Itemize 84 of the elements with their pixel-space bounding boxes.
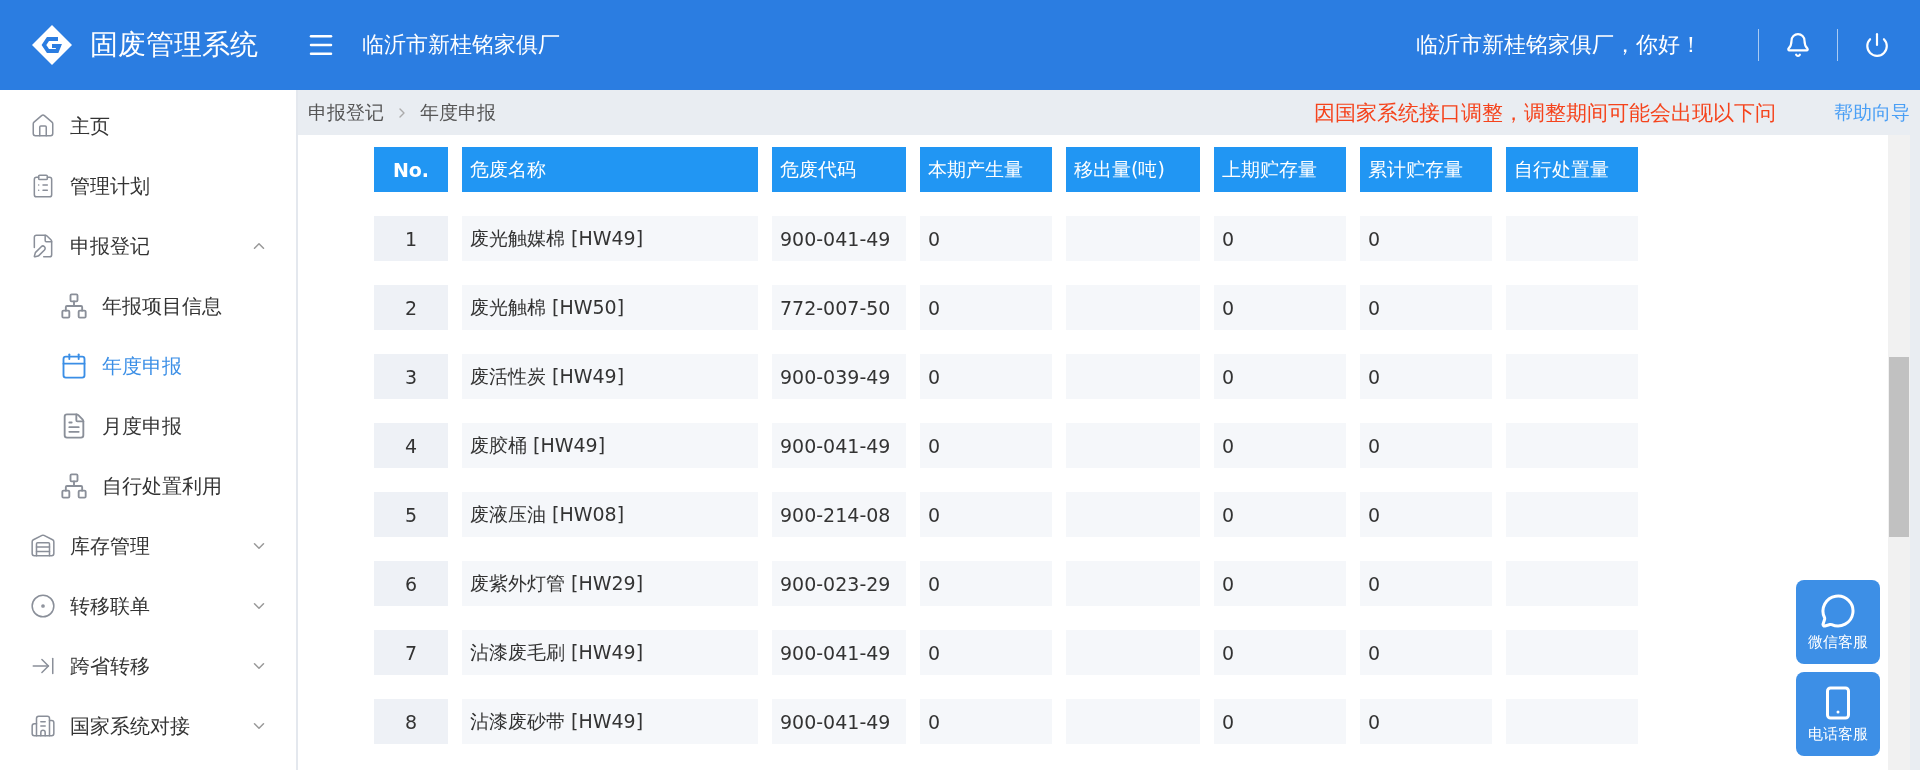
sidebar-subitem[interactable]: 自行处置利用	[0, 456, 296, 516]
sidebar-subitem[interactable]: 年报项目信息	[0, 276, 296, 336]
notice-text: 因国家系统接口调整，调整期间可能会出现以下问	[1314, 99, 1776, 127]
table-cell: 0	[920, 354, 1052, 399]
table-cell: 0	[920, 561, 1052, 606]
chat-bubble-icon	[1820, 592, 1856, 629]
column-header: 危废代码	[772, 147, 906, 192]
table-cell: 0	[1360, 561, 1492, 606]
table-cell: 0	[1360, 216, 1492, 261]
table-cell: 0	[920, 492, 1052, 537]
greeting-text: 临沂市新桂铭家俱厂，你好！	[1416, 31, 1702, 59]
column-header: 危废名称	[462, 147, 758, 192]
sidebar-subitem[interactable]: 月度申报	[0, 396, 296, 456]
table-cell: 900-041-49	[772, 699, 906, 744]
table-cell: 7	[374, 630, 448, 675]
table-cell: 900-023-29	[772, 561, 906, 606]
table-cell: 8	[374, 699, 448, 744]
breadcrumb-item[interactable]: 申报登记	[308, 99, 384, 126]
column-header: 累计贮存量	[1360, 147, 1492, 192]
menu-item-icon	[30, 593, 56, 619]
table-cell: 900-214-08	[772, 492, 906, 537]
table-cell: 0	[920, 216, 1052, 261]
sidebar-item[interactable]: 转移联单	[0, 576, 296, 636]
column-header: 上期贮存量	[1214, 147, 1346, 192]
table-cell: 0	[1360, 492, 1492, 537]
sidebar-item[interactable]: 国家系统对接	[0, 696, 296, 756]
table-cell: 4	[374, 423, 448, 468]
column-header: No.	[374, 147, 448, 192]
table-cell: 0	[1360, 354, 1492, 399]
table-cell: 0	[920, 699, 1052, 744]
menu-item-icon	[30, 533, 56, 559]
power-icon[interactable]	[1864, 32, 1890, 58]
table-cell: 0	[1360, 423, 1492, 468]
menu-item-icon	[60, 472, 88, 500]
table-cell: 772-007-50	[772, 285, 906, 330]
menu-item-icon	[30, 713, 56, 739]
table-cell: 0	[1214, 492, 1346, 537]
table-cell: 废光触媒棉 [HW49]	[462, 216, 758, 261]
table-cell: 0	[1214, 423, 1346, 468]
table-cell: 废光触棉 [HW50]	[462, 285, 758, 330]
table-cell: 0	[920, 423, 1052, 468]
table-cell: 900-039-49	[772, 354, 906, 399]
table-cell: 0	[1360, 699, 1492, 744]
table-cell: 废活性炭 [HW49]	[462, 354, 758, 399]
menu-item-icon	[60, 352, 88, 380]
table-cell: 900-041-49	[772, 630, 906, 675]
app-title: 固废管理系统	[90, 27, 258, 63]
table-cell: 900-041-49	[772, 423, 906, 468]
table-cell: 0	[1360, 285, 1492, 330]
logo-icon	[30, 23, 74, 67]
table-cell: 废液压油 [HW08]	[462, 492, 758, 537]
breadcrumb-item[interactable]: 年度申报	[420, 99, 496, 126]
table-cell: 5	[374, 492, 448, 537]
sidebar-item[interactable]: 管理计划	[0, 156, 296, 216]
table-cell: 1	[374, 216, 448, 261]
table-cell: 0	[920, 630, 1052, 675]
table-cell: 废紫外灯管 [HW29]	[462, 561, 758, 606]
table-cell: 6	[374, 561, 448, 606]
table-cell: 0	[920, 285, 1052, 330]
column-header: 移出量(吨)	[1066, 147, 1200, 192]
table-cell: 900-041-49	[772, 216, 906, 261]
table-cell: 0	[1214, 285, 1346, 330]
scrollbar[interactable]	[1888, 135, 1910, 770]
sidebar-item[interactable]: 跨省转移	[0, 636, 296, 696]
sidebar-item[interactable]: 申报登记	[0, 216, 296, 276]
table-cell: 3	[374, 354, 448, 399]
company-name: 临沂市新桂铭家俱厂	[362, 31, 561, 59]
sidebar-item[interactable]: 主页	[0, 96, 296, 156]
column-header: 本期产生量	[920, 147, 1052, 192]
table-cell: 沾漆废砂带 [HW49]	[462, 699, 758, 744]
table-cell: 0	[1214, 354, 1346, 399]
table-cell: 2	[374, 285, 448, 330]
table-cell: 废胶桶 [HW49]	[462, 423, 758, 468]
menu-item-icon	[30, 113, 56, 139]
column-header: 自行处置量	[1506, 147, 1638, 192]
bell-icon[interactable]	[1785, 32, 1811, 58]
table-cell: 0	[1214, 216, 1346, 261]
menu-item-icon	[60, 292, 88, 320]
sidebar-item[interactable]: 库存管理	[0, 516, 296, 576]
table-cell: 0	[1214, 561, 1346, 606]
table-cell: 0	[1214, 699, 1346, 744]
table-cell: 0	[1214, 630, 1346, 675]
table-cell: 沾漆废毛刷 [HW49]	[462, 630, 758, 675]
table-cell: 0	[1360, 630, 1492, 675]
